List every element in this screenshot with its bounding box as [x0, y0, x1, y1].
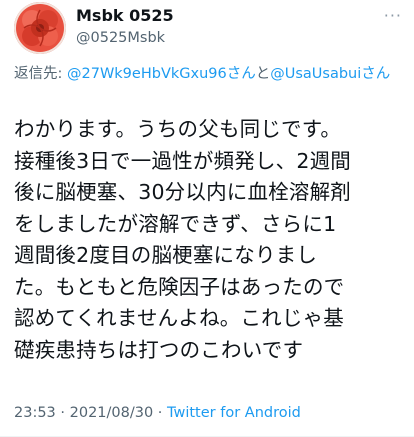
author-display-name[interactable]: Msbk 0525 [76, 6, 174, 25]
meta-separator-1: · [55, 405, 70, 421]
author-handle[interactable]: @0525Msbk [76, 30, 165, 46]
reply-mention-1[interactable]: @27Wk9eHbVkGxu96さん [67, 66, 256, 82]
meta-separator-2: · [153, 405, 168, 421]
more-options-icon[interactable]: ··· [384, 6, 402, 25]
tweet-date[interactable]: 2021/08/30 [70, 405, 154, 421]
reply-prefix: 返信先: [14, 66, 67, 82]
tweet: Msbk 0525 @0525Msbk ··· 返信先: @27Wk9eHbVk… [0, 0, 414, 437]
tweet-time[interactable]: 23:53 [14, 405, 56, 421]
reply-to-line: 返信先: @27Wk9eHbVkGxu96さんと@UsaUsabuiさん [14, 64, 404, 85]
reply-mention-2[interactable]: @UsaUsabuiさん [270, 66, 390, 82]
tweet-text: わかります。うちの父も同じです。 接種後3日で一過性が頻発し、2週間 後に脳梗塞… [14, 117, 351, 362]
flower-avatar-icon [14, 2, 66, 54]
reply-joiner: と [255, 66, 271, 82]
avatar[interactable] [14, 2, 66, 54]
tweet-source[interactable]: Twitter for Android [167, 405, 301, 421]
tweet-meta: 23:53 · 2021/08/30 · Twitter for Android [14, 405, 301, 421]
